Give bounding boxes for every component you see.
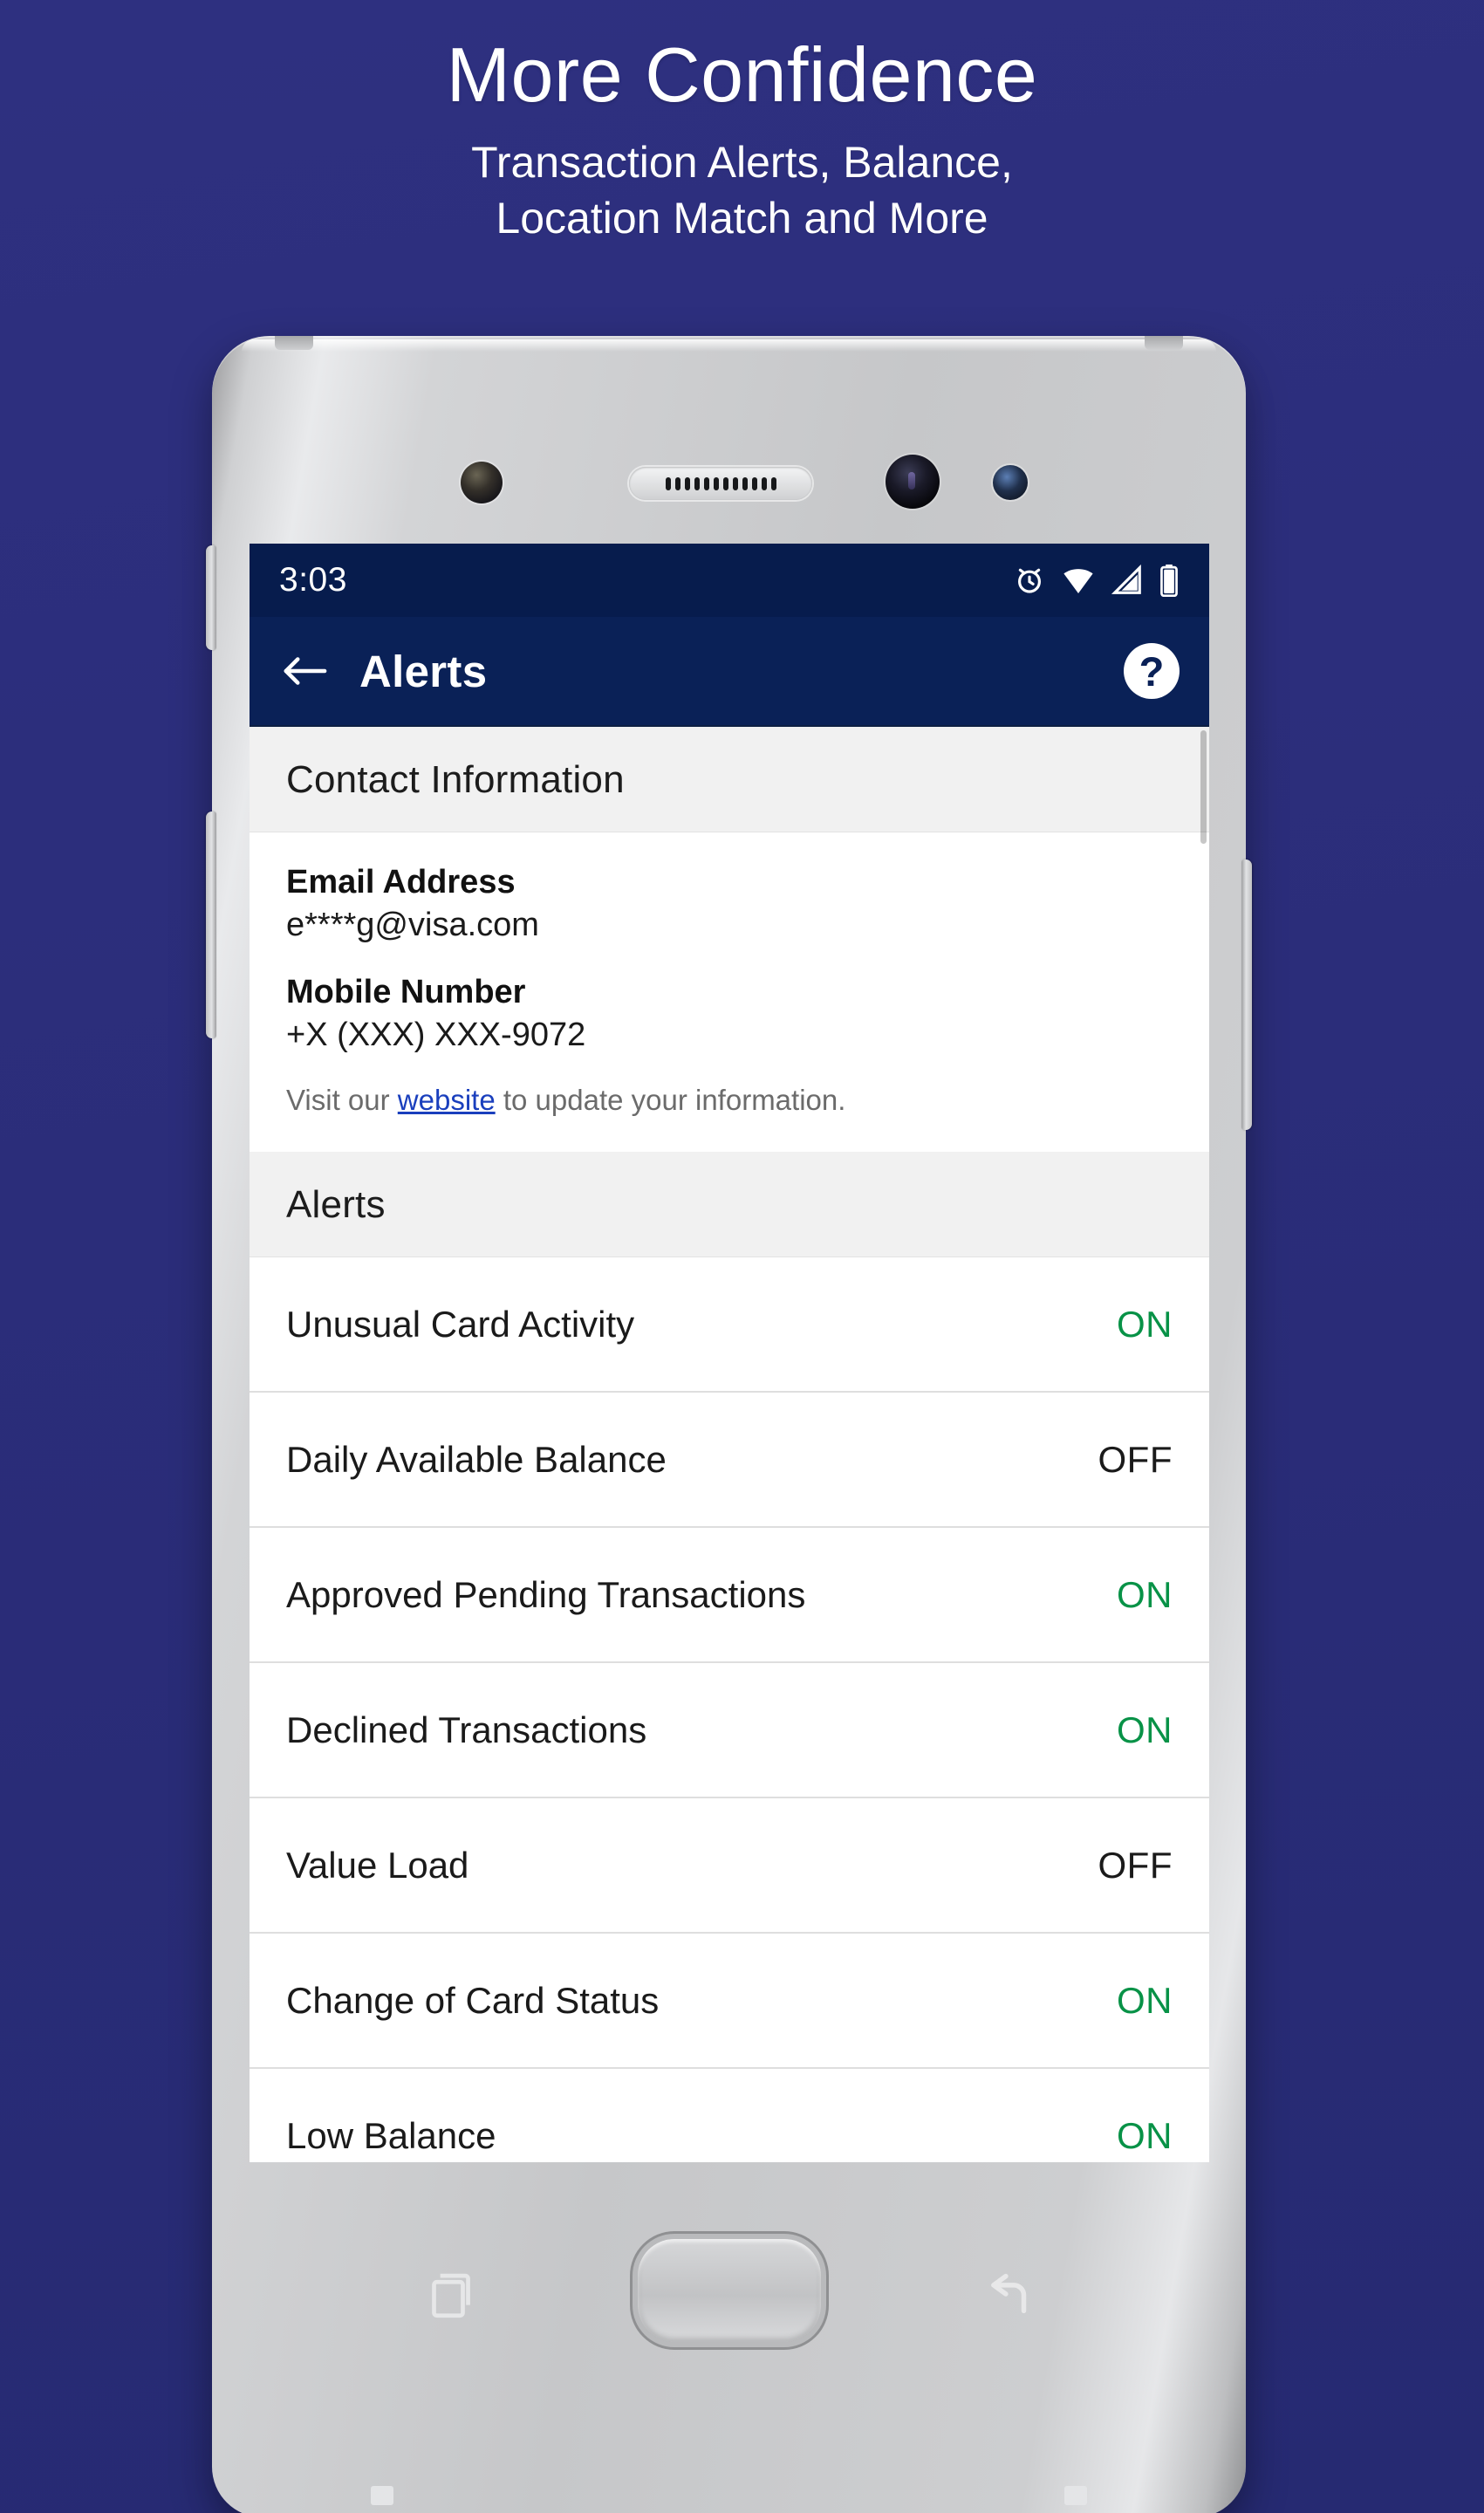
mobile-value: +X (XXX) XXX-9072 bbox=[286, 1017, 586, 1053]
status-bar: 3:03 bbox=[250, 544, 1209, 617]
status-bar-icons bbox=[1013, 564, 1180, 597]
home-button[interactable] bbox=[637, 2239, 821, 2342]
alarm-icon bbox=[1013, 564, 1046, 597]
speaker-grille-left bbox=[371, 2486, 393, 2505]
list-item[interactable]: Daily Available Balance OFF bbox=[250, 1393, 1209, 1528]
section-header-alerts: Alerts bbox=[250, 1152, 1209, 1257]
status-badge: ON bbox=[1117, 1979, 1173, 2021]
proximity-sensor-icon bbox=[993, 465, 1028, 500]
iris-scanner-icon bbox=[461, 462, 503, 503]
signal-icon bbox=[1111, 564, 1144, 597]
list-item[interactable]: Approved Pending Transactions ON bbox=[250, 1528, 1209, 1663]
wifi-icon bbox=[1061, 564, 1096, 597]
website-link[interactable]: website bbox=[398, 1084, 496, 1116]
status-badge: ON bbox=[1117, 1303, 1173, 1345]
phone-top-sensors bbox=[212, 448, 1246, 526]
phone-screen: 3:03 Alerts ? Contact Information Email … bbox=[250, 544, 1209, 2162]
promo-screenshot: More Confidence Transaction Alerts, Bala… bbox=[0, 0, 1484, 2513]
alert-label: Change of Card Status bbox=[286, 1979, 660, 2021]
phone-mockup: 3:03 Alerts ? Contact Information Email … bbox=[206, 336, 1252, 2513]
alerts-list: Unusual Card Activity ON Daily Available… bbox=[250, 1257, 1209, 2162]
alert-label: Approved Pending Transactions bbox=[286, 1573, 806, 1615]
list-item[interactable]: Low Balance ON bbox=[250, 2069, 1209, 2162]
phone-bottom-bezel bbox=[212, 2162, 1246, 2513]
contact-information-card: Email Address e****g@visa.com Mobile Num… bbox=[250, 832, 1209, 1152]
promo-title: More Confidence bbox=[446, 31, 1038, 118]
back-icon[interactable] bbox=[981, 2265, 1038, 2323]
recents-icon[interactable] bbox=[420, 2265, 477, 2323]
front-camera-icon bbox=[886, 455, 940, 509]
promo-header: More Confidence Transaction Alerts, Bala… bbox=[0, 31, 1484, 246]
power-button[interactable] bbox=[1241, 859, 1252, 1130]
phone-top-chamfer bbox=[242, 339, 1216, 352]
alert-label: Value Load bbox=[286, 1844, 469, 1886]
status-badge: ON bbox=[1117, 1573, 1173, 1615]
status-badge: ON bbox=[1117, 2114, 1173, 2156]
promo-subtitle-line1: Transaction Alerts, Balance, bbox=[471, 138, 1013, 188]
speaker-grille-right bbox=[1064, 2486, 1087, 2505]
alert-label: Unusual Card Activity bbox=[286, 1303, 635, 1345]
back-arrow-icon[interactable] bbox=[279, 646, 330, 696]
app-bar: Alerts ? bbox=[250, 617, 1209, 727]
email-label: Email Address bbox=[286, 864, 516, 900]
list-item[interactable]: Change of Card Status ON bbox=[250, 1934, 1209, 2069]
alert-label: Declined Transactions bbox=[286, 1708, 647, 1750]
alert-label: Low Balance bbox=[286, 2114, 496, 2156]
status-badge: OFF bbox=[1098, 1438, 1173, 1480]
volume-down-button[interactable] bbox=[206, 811, 216, 1038]
visit-prefix-text: Visit our bbox=[286, 1084, 398, 1116]
email-field-group: Email Address e****g@visa.com bbox=[286, 864, 1173, 944]
visit-website-note: Visit our website to update your informa… bbox=[286, 1084, 1173, 1126]
phone-antenna-line-left bbox=[275, 336, 313, 350]
alert-label: Daily Available Balance bbox=[286, 1438, 667, 1480]
mobile-field-group: Mobile Number +X (XXX) XXX-9072 bbox=[286, 974, 1173, 1054]
email-value: e****g@visa.com bbox=[286, 907, 539, 943]
status-bar-clock: 3:03 bbox=[279, 561, 347, 599]
section-header-contact-information: Contact Information bbox=[250, 727, 1209, 832]
help-icon[interactable]: ? bbox=[1124, 643, 1180, 699]
earpiece-speaker-icon bbox=[629, 467, 812, 500]
phone-antenna-line-right bbox=[1145, 336, 1183, 350]
scrollbar[interactable] bbox=[1200, 730, 1207, 844]
list-item[interactable]: Unusual Card Activity ON bbox=[250, 1257, 1209, 1393]
status-badge: ON bbox=[1117, 1708, 1173, 1750]
promo-subtitle-line2: Location Match and More bbox=[496, 194, 988, 243]
list-item[interactable]: Declined Transactions ON bbox=[250, 1663, 1209, 1798]
visit-suffix-text: to update your information. bbox=[495, 1084, 846, 1116]
status-badge: OFF bbox=[1098, 1844, 1173, 1886]
battery-icon bbox=[1159, 564, 1180, 597]
page-title: Alerts bbox=[359, 646, 488, 696]
list-item[interactable]: Value Load OFF bbox=[250, 1798, 1209, 1934]
volume-up-button[interactable] bbox=[206, 545, 216, 650]
mobile-label: Mobile Number bbox=[286, 974, 526, 1010]
